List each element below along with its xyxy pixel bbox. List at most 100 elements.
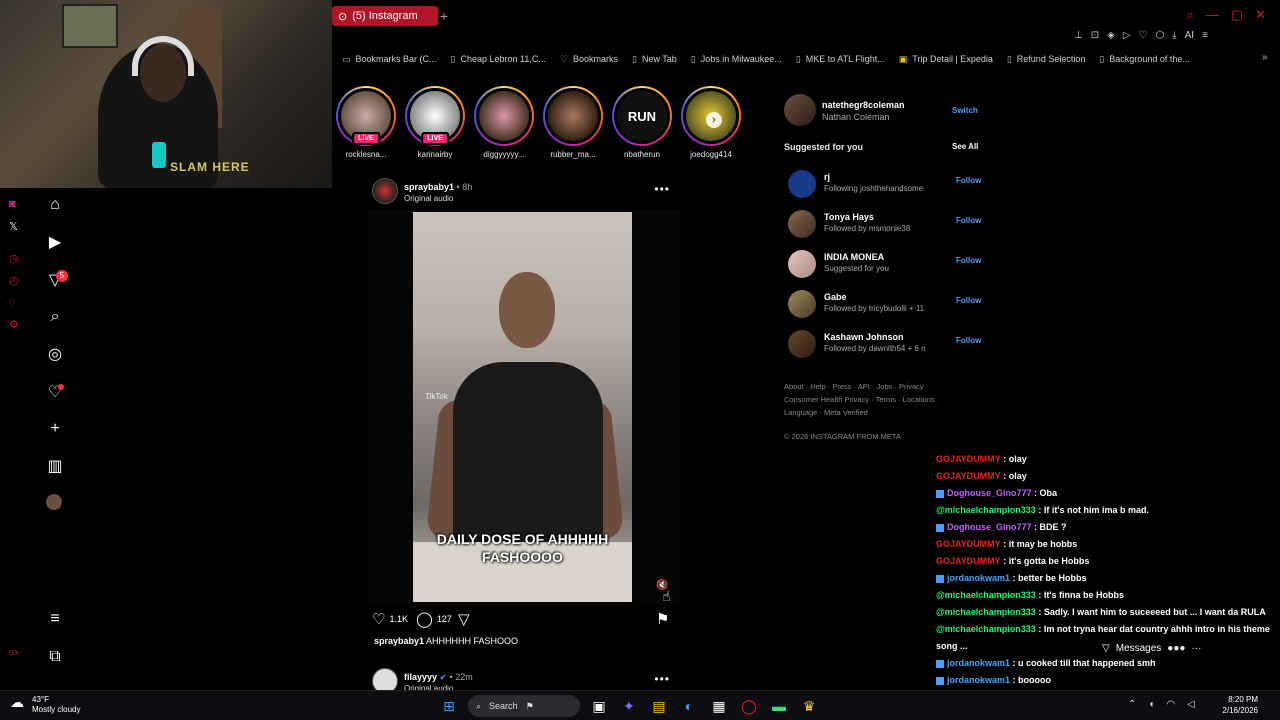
wifi-icon[interactable]: ◠ (1166, 699, 1175, 710)
suggestion-username[interactable]: INDIA MONEA (824, 252, 884, 262)
suggestion-avatar[interactable] (788, 250, 816, 278)
follow-button[interactable]: Follow (956, 216, 981, 225)
more-options-icon[interactable]: ••• (654, 672, 670, 686)
bookmark-item[interactable]: ▯ Cheap Lebron 11,C... (451, 54, 546, 65)
history-icon[interactable]: ◷ (9, 252, 19, 265)
mic-icon[interactable]: ◖ (1148, 699, 1154, 710)
post-video[interactable]: TikTok DAILY DOSE OF AHHHHH FASHOOOO (413, 212, 632, 602)
app-icon[interactable]: ♛ (798, 695, 820, 717)
more-options-icon[interactable]: ••• (654, 182, 670, 196)
messenger-icon[interactable]: ◌ (9, 296, 16, 308)
messages-bar[interactable]: ▽ Messages ●●● ··· (1096, 642, 1208, 655)
pin-icon[interactable]: ⊥ (1074, 30, 1083, 41)
bookmarks-overflow-icon[interactable]: » (1262, 52, 1268, 63)
footer-line[interactable]: Consumer Health Privacy · Terms · Locati… (784, 393, 954, 406)
bookmark-item[interactable]: ▭ Bookmarks Bar (C... (342, 54, 437, 65)
stories-next-icon[interactable]: › (706, 112, 722, 128)
search-icon[interactable]: ⌕ (46, 308, 64, 326)
see-all-link[interactable]: See All (952, 142, 978, 151)
story-item[interactable]: LIVE rocklesna... (332, 86, 400, 159)
suggestion-avatar[interactable] (788, 290, 816, 318)
suggestion-avatar[interactable] (788, 330, 816, 358)
weather-widget[interactable]: ☁ 43°F Mostly cloudy (10, 695, 80, 715)
switch-account-link[interactable]: Switch (952, 106, 978, 115)
follow-button[interactable]: Follow (956, 176, 981, 185)
explore-icon[interactable]: ◎ (46, 346, 64, 364)
post2-username[interactable]: filayyyy (404, 672, 437, 682)
chat-username[interactable]: GOJAYDUMMY (936, 471, 1001, 481)
extensions-icon[interactable]: ⬡ (1155, 30, 1164, 41)
bookmark-item[interactable]: ▯ New Tab (632, 54, 677, 65)
dashboard-icon[interactable]: ▥ (46, 458, 64, 476)
menu-icon[interactable]: ≡ (46, 610, 64, 628)
footer-line[interactable]: About · Help · Press · API · Jobs · Priv… (784, 380, 954, 393)
minimize-icon[interactable]: — (1206, 7, 1219, 23)
suggestion-username[interactable]: Kashawn Johnson (824, 332, 904, 342)
chat-username[interactable]: GOJAYDUMMY (936, 539, 1001, 549)
chat-username[interactable]: @michaelchampion333 (936, 505, 1036, 515)
taskbar-search[interactable]: ⌕ Search ⚑ (468, 695, 580, 717)
like-button[interactable]: ♡ 1.1K (372, 610, 408, 628)
windows-start-icon[interactable]: ⊞ (438, 695, 460, 717)
chat-username[interactable]: GOJAYDUMMY (936, 556, 1001, 566)
terminal-icon[interactable]: ▬ (768, 695, 790, 717)
clock-icon[interactable]: ◴ (9, 274, 19, 287)
my-username[interactable]: natethegr8coleman (822, 100, 905, 110)
post-audio[interactable]: Original audio (404, 194, 453, 203)
my-avatar[interactable] (784, 94, 816, 126)
chat-username[interactable]: jordanokwam1 (947, 573, 1010, 583)
post-avatar[interactable] (372, 178, 398, 204)
chat-username[interactable]: @michaelchampion333 (936, 624, 1036, 634)
chat-username[interactable]: Doghouse_Gino777 (947, 522, 1032, 532)
clock[interactable]: 8:20 PM 2/16/2026 (1222, 694, 1258, 716)
bookmark-item[interactable]: ▣ Trip Detail | Expedia (899, 54, 993, 65)
edge-icon[interactable]: ◐ (678, 695, 700, 717)
suggestion-avatar[interactable] (788, 170, 816, 198)
heart-icon[interactable]: ♡ (1139, 30, 1148, 41)
footer-line[interactable]: Language · Meta Verified (784, 406, 954, 419)
bookmark-item[interactable]: ▯ Jobs in Milwaukee... (691, 54, 782, 65)
story-item[interactable]: LIVE karinairby (401, 86, 469, 159)
story-item[interactable]: diggyyyyy... (470, 86, 538, 159)
suggestion-username[interactable]: Tonya Hays (824, 212, 874, 222)
story-item[interactable]: rubber_ma... (539, 86, 607, 159)
chat-username[interactable]: GOJAYDUMMY (936, 454, 1001, 464)
bookmark-item[interactable]: ♡ Bookmarks (560, 54, 618, 65)
suggestion-avatar[interactable] (788, 210, 816, 238)
volume-icon[interactable]: ◁ (1187, 699, 1195, 710)
follow-button[interactable]: Follow (956, 296, 981, 305)
shield-icon[interactable]: ◈ (1107, 30, 1115, 41)
chat-username[interactable]: jordanokwam1 (947, 658, 1010, 668)
follow-button[interactable]: Follow (956, 256, 981, 265)
snapshot-icon[interactable]: ⊡ (1091, 30, 1099, 41)
bookmark-item[interactable]: ▯ Background of the... (1099, 54, 1190, 65)
copilot-icon[interactable]: ✦ (618, 695, 640, 717)
x-sidebar-icon[interactable]: 𝕏 (9, 220, 18, 233)
tab-instagram[interactable]: ⊙ (5) Instagram (332, 6, 438, 26)
menu-icon[interactable]: ≡ (1202, 30, 1208, 41)
opera-gx-icon[interactable]: ◯ (738, 695, 760, 717)
chat-username[interactable]: jordanokwam1 (947, 675, 1010, 685)
create-icon[interactable]: + (46, 420, 64, 438)
post-username[interactable]: spraybaby1 (404, 182, 454, 192)
chat-username[interactable]: Doghouse_Gino777 (947, 488, 1032, 498)
home-icon[interactable]: ⌂ (46, 196, 64, 214)
play-icon[interactable]: ▷ (1123, 30, 1131, 41)
comment-button[interactable]: ◯ 127 (416, 610, 452, 628)
bookmark-item[interactable]: ▯ MKE to ATL Flight... (796, 54, 885, 65)
caption-username[interactable]: spraybaby1 (374, 636, 424, 646)
chat-username[interactable]: @michaelchampion333 (936, 607, 1036, 617)
ai-button[interactable]: AI (1185, 30, 1194, 41)
suggestion-username[interactable]: Gabe (824, 292, 847, 302)
chevron-up-icon[interactable]: ⌃ (1128, 699, 1136, 710)
instagram-sidebar-icon[interactable]: ◙ (9, 198, 16, 210)
follow-button[interactable]: Follow (956, 336, 981, 345)
chat-username[interactable]: @michaelchampion333 (936, 590, 1036, 600)
search-icon[interactable]: ⌕ (1187, 7, 1194, 23)
new-tab-button[interactable]: + (440, 8, 448, 24)
save-button[interactable]: ⚑ (656, 610, 669, 628)
maximize-icon[interactable]: ▢ (1231, 7, 1243, 23)
store-icon[interactable]: ▦ (708, 695, 730, 717)
file-explorer-icon[interactable]: ▤ (648, 695, 670, 717)
close-icon[interactable]: ✕ (1255, 7, 1266, 23)
